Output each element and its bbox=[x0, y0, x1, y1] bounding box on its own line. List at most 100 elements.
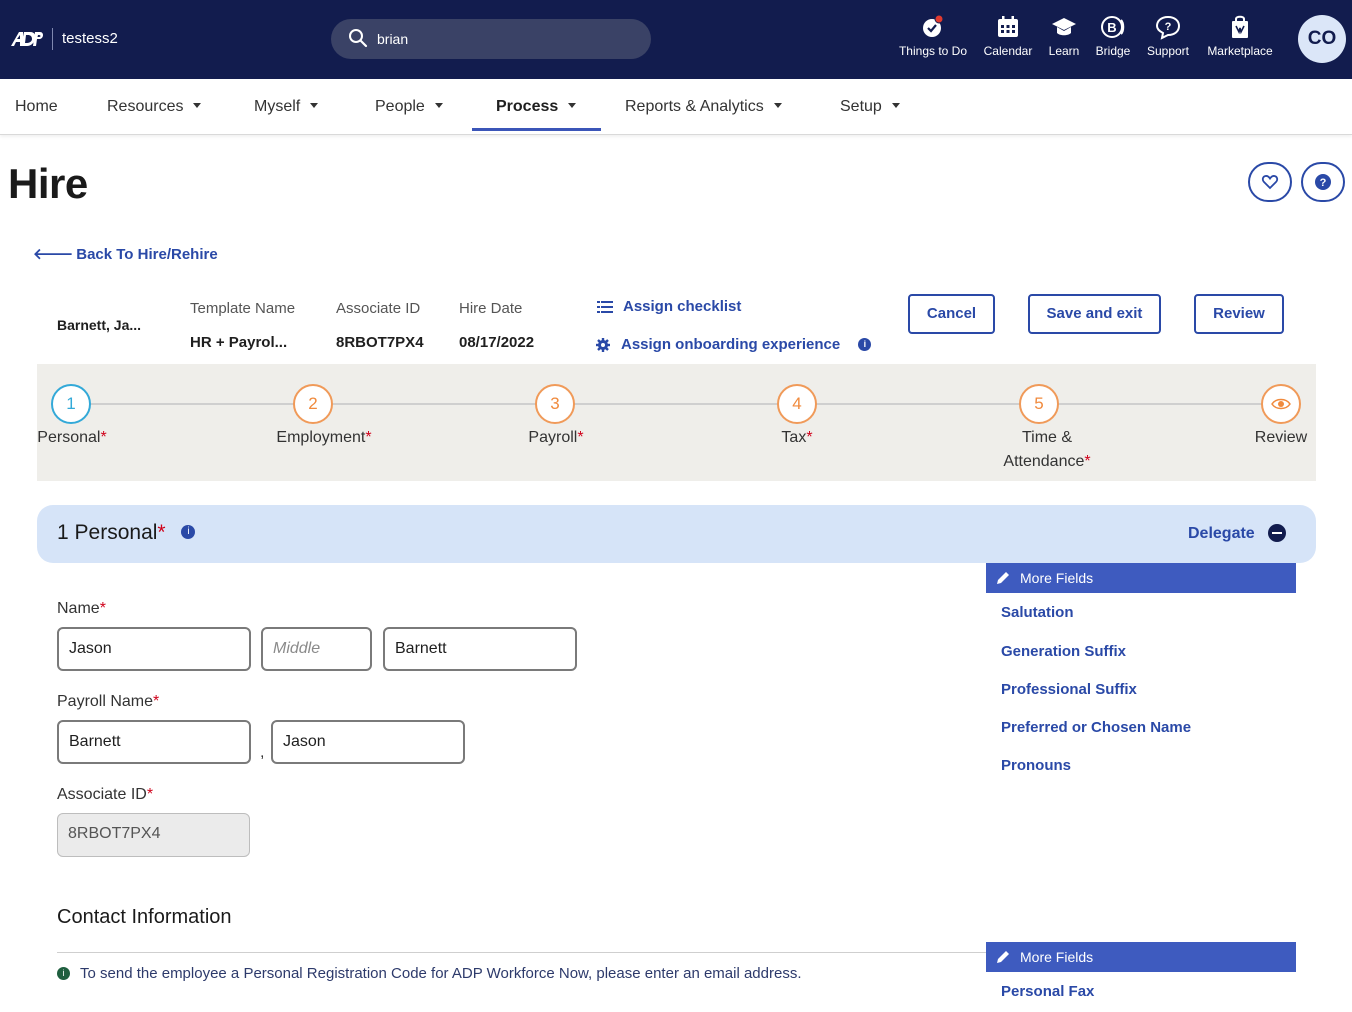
info-icon[interactable]: i bbox=[858, 337, 872, 351]
required-marker: * bbox=[1084, 453, 1091, 470]
caret-down-icon bbox=[773, 103, 782, 109]
things-to-do-label: Things to Do bbox=[898, 44, 968, 58]
bridge-button[interactable]: B Bridge bbox=[1092, 14, 1134, 58]
things-to-do-button[interactable]: Things to Do bbox=[897, 14, 969, 58]
section-title: 1 Personal* i bbox=[57, 521, 196, 545]
info-icon: i bbox=[57, 966, 70, 980]
step-employment[interactable]: 2 bbox=[293, 384, 333, 424]
contact-information-heading: Contact Information bbox=[57, 906, 232, 928]
adp-logo[interactable] bbox=[9, 29, 45, 49]
support-button[interactable]: ? Support bbox=[1142, 14, 1194, 58]
delegate-link[interactable]: Delegate bbox=[1188, 525, 1255, 543]
favorite-button[interactable] bbox=[1248, 162, 1292, 202]
nav-myself-label: Myself bbox=[254, 98, 301, 115]
nav-people[interactable]: People bbox=[375, 98, 443, 116]
graduation-cap-icon bbox=[1052, 18, 1076, 36]
required-marker: * bbox=[100, 429, 107, 446]
marketplace-button[interactable]: Marketplace bbox=[1204, 14, 1276, 58]
avatar[interactable]: CO bbox=[1298, 15, 1346, 63]
step-personal[interactable]: 1 bbox=[51, 384, 91, 424]
marketplace-label: Marketplace bbox=[1207, 44, 1273, 58]
tenant-name: testess2 bbox=[62, 30, 118, 47]
calendar-icon bbox=[998, 16, 1018, 37]
assign-onboarding-link[interactable]: Assign onboarding experience i bbox=[596, 336, 872, 353]
last-name-input[interactable]: Barnett bbox=[383, 627, 577, 671]
step-time-attendance[interactable]: 5 bbox=[1019, 384, 1059, 424]
associate-id-value: 8RBOT7PX4 bbox=[336, 334, 424, 351]
collapse-icon[interactable] bbox=[1268, 524, 1286, 542]
associate-id-label-text: Associate ID bbox=[57, 786, 147, 803]
contact-more-fields-header: More Fields bbox=[986, 942, 1296, 972]
assign-checklist-label: Assign checklist bbox=[623, 298, 742, 315]
more-field-preferred-name[interactable]: Preferred or Chosen Name bbox=[1001, 719, 1191, 736]
more-field-salutation[interactable]: Salutation bbox=[1001, 604, 1074, 621]
step-payroll[interactable]: 3 bbox=[535, 384, 575, 424]
info-icon[interactable]: i bbox=[181, 525, 196, 540]
payroll-last-name-input[interactable]: Barnett bbox=[57, 720, 251, 764]
cancel-button[interactable]: Cancel bbox=[908, 294, 995, 334]
payroll-name-label: Payroll Name* bbox=[57, 693, 159, 711]
nav-myself[interactable]: Myself bbox=[254, 98, 319, 116]
search-input[interactable] bbox=[377, 29, 627, 49]
more-field-professional-suffix[interactable]: Professional Suffix bbox=[1001, 681, 1137, 698]
nav-process[interactable]: Process bbox=[496, 98, 577, 116]
back-link-label: Back To Hire/Rehire bbox=[76, 246, 218, 263]
search-icon bbox=[349, 29, 368, 48]
required-marker: * bbox=[365, 429, 372, 446]
nav-resources-label: Resources bbox=[107, 98, 184, 115]
contact-note-text: To send the employee a Personal Registra… bbox=[80, 965, 802, 982]
step-label-review: Review bbox=[1254, 429, 1308, 446]
help-button[interactable]: ? bbox=[1301, 162, 1345, 202]
step-label-payroll: Payroll* bbox=[521, 426, 591, 450]
nav-reports-analytics[interactable]: Reports & Analytics bbox=[625, 98, 782, 116]
chat-question-icon: ? bbox=[1155, 15, 1181, 40]
hire-date-label: Hire Date bbox=[459, 300, 523, 317]
section-number: 1 bbox=[57, 521, 69, 544]
required-marker: * bbox=[146, 786, 154, 803]
svg-text:?: ? bbox=[1165, 21, 1172, 33]
contact-info-note: i To send the employee a Personal Registr… bbox=[57, 965, 802, 982]
eye-icon bbox=[1271, 398, 1291, 410]
check-badge-icon bbox=[923, 14, 944, 37]
required-marker: * bbox=[806, 429, 813, 446]
caret-down-icon bbox=[568, 103, 577, 109]
caret-down-icon bbox=[193, 103, 202, 109]
required-marker: * bbox=[157, 521, 166, 544]
middle-name-input[interactable]: Middle bbox=[261, 627, 372, 671]
first-name-input[interactable]: Jason bbox=[57, 627, 251, 671]
back-to-hire-link[interactable]: 🡐 Back To Hire/Rehire bbox=[33, 244, 218, 263]
shopping-bag-icon bbox=[1232, 15, 1248, 38]
contact-more-fields-label: More Fields bbox=[1020, 949, 1094, 965]
svg-text:B: B bbox=[1107, 20, 1116, 35]
nav-setup[interactable]: Setup bbox=[840, 98, 900, 116]
personal-section-header: 1 Personal* i Delegate bbox=[37, 505, 1316, 563]
nav-reports-label: Reports & Analytics bbox=[625, 98, 764, 115]
template-name-value: HR + Payrol... bbox=[190, 334, 288, 351]
arrow-left-icon: 🡐 bbox=[33, 246, 74, 263]
step-employment-text: Employment bbox=[276, 429, 366, 446]
caret-down-icon bbox=[310, 103, 319, 109]
step-review[interactable] bbox=[1261, 384, 1301, 424]
search-bar[interactable] bbox=[331, 19, 651, 59]
nav-resources[interactable]: Resources bbox=[107, 98, 202, 116]
calendar-button[interactable]: Calendar bbox=[981, 14, 1035, 58]
more-field-pronouns[interactable]: Pronouns bbox=[1001, 757, 1071, 774]
step-time-text-line1: Time & bbox=[1021, 429, 1073, 446]
associate-id-field-label: Associate ID* bbox=[57, 786, 153, 804]
step-tax-text: Tax bbox=[781, 429, 807, 446]
more-field-generation-suffix[interactable]: Generation Suffix bbox=[1001, 643, 1126, 660]
payroll-first-name-input[interactable]: Jason bbox=[271, 720, 465, 764]
nav-home[interactable]: Home bbox=[15, 98, 58, 116]
review-button[interactable]: Review bbox=[1194, 294, 1284, 334]
more-field-personal-fax[interactable]: Personal Fax bbox=[1001, 983, 1094, 1000]
learn-button[interactable]: Learn bbox=[1045, 14, 1083, 58]
calendar-label: Calendar bbox=[983, 44, 1033, 58]
assign-checklist-link[interactable]: Assign checklist bbox=[597, 298, 742, 315]
more-fields-label: More Fields bbox=[1020, 570, 1094, 586]
learn-label: Learn bbox=[1048, 44, 1080, 58]
heart-icon bbox=[1261, 175, 1279, 190]
step-tax[interactable]: 4 bbox=[777, 384, 817, 424]
active-nav-indicator bbox=[472, 128, 601, 131]
bridge-icon: B bbox=[1101, 16, 1125, 38]
save-and-exit-button[interactable]: Save and exit bbox=[1028, 294, 1161, 334]
